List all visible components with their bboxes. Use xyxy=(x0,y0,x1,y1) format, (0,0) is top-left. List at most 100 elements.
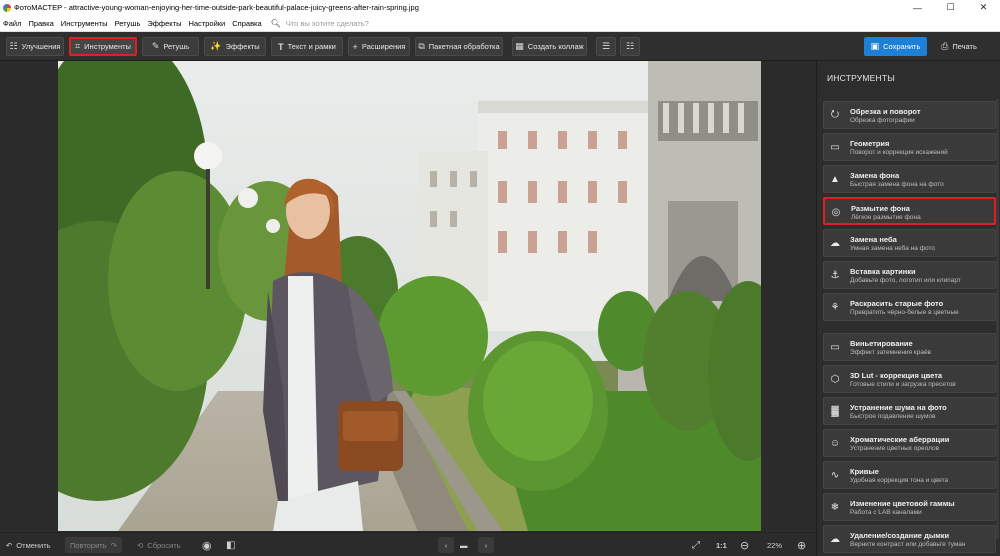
extensions-button[interactable]: + Расширения xyxy=(348,37,410,56)
tool-background-blur[interactable]: ◎ Размытие фона Лёгкое размытие фона xyxy=(823,197,996,225)
panel-scrollbar[interactable] xyxy=(996,99,999,539)
tool-description: Добавьте фото, логотип или клипарт xyxy=(850,277,961,284)
title-bar: ФотоМАСТЕР - attractive-young-woman-enjo… xyxy=(0,0,1000,15)
menu-retouch[interactable]: Ретушь xyxy=(115,19,141,28)
save-icon: ▣ xyxy=(870,41,880,51)
tool-description: Эффект затемнения краёв xyxy=(850,349,932,356)
tool-name: Удаление/создание дымки xyxy=(850,531,950,540)
color-gamut-icon: ❄ xyxy=(830,501,840,513)
menu-help[interactable]: Справка xyxy=(232,19,261,28)
tool-name: Геометрия xyxy=(850,139,890,148)
app-logo-icon xyxy=(3,3,11,12)
minimize-button[interactable]: — xyxy=(901,0,934,15)
fit-screen-icon[interactable]: ⤢ xyxy=(692,537,700,553)
reset-button[interactable]: ⟲ Сбросить xyxy=(137,537,181,553)
retouch-button[interactable]: ✎ Ретушь xyxy=(142,37,199,56)
menu-file[interactable]: Файл xyxy=(3,19,21,28)
tool-curves[interactable]: ∿ Кривые Удобная коррекция тона и цвета xyxy=(823,461,996,489)
retouch-label: Ретушь xyxy=(163,42,190,51)
tool-sky-replace[interactable]: ☁ Замена неба Умная замена неба на фото xyxy=(823,229,996,257)
tool-lut[interactable]: ⬡ 3D Lut - коррекция цвета Готовые стили и… xyxy=(823,365,996,393)
tool-vignette[interactable]: ▭ Виньетирование Эффект затемнения краёв xyxy=(823,333,996,361)
tool-description: Верните контраст или добавьте туман xyxy=(850,541,966,548)
compare-button[interactable]: ☰ xyxy=(596,37,616,56)
panel-title: ИНСТРУМЕНТЫ xyxy=(827,73,895,83)
background-blur-icon: ◎ xyxy=(831,206,841,218)
effects-button[interactable]: ✨ Эффекты xyxy=(204,37,266,56)
lut-icon: ⬡ xyxy=(830,373,840,385)
tool-insert-image[interactable]: ⚓ Вставка картинки Добавьте фото, логотип … xyxy=(823,261,996,289)
maximize-button[interactable]: ☐ xyxy=(934,0,967,15)
history-icon: ☷ xyxy=(625,41,635,51)
tool-colorize[interactable]: ⚘ Раскрасить старые фото Превратить чёрно-… xyxy=(823,293,996,321)
menu-search[interactable]: 🔍︎ Что вы хотите сделать? xyxy=(271,19,369,28)
save-button[interactable]: ▣ Сохранить xyxy=(864,37,927,56)
tool-description: Лёгкое размытие фона xyxy=(851,214,921,221)
menu-tools[interactable]: Инструменты xyxy=(61,19,108,28)
improve-button[interactable]: ☷ Улучшения xyxy=(6,37,64,56)
actual-size-button[interactable]: 1:1 xyxy=(716,537,727,553)
text-frames-label: Текст и рамки xyxy=(287,42,336,51)
sliders-icon: ☷ xyxy=(9,41,18,51)
window-title: ФотоМАСТЕР - attractive-young-woman-enjo… xyxy=(14,3,419,12)
tool-dehaze[interactable]: ☁ Удаление/создание дымки Верните контраст… xyxy=(823,525,996,553)
reset-label: Сбросить xyxy=(147,540,181,550)
printer-icon: ⎙ xyxy=(941,41,949,51)
tool-name: Замена фона xyxy=(850,171,900,180)
redo-button[interactable]: Повторить ↷ xyxy=(65,537,122,553)
redo-label: Повторить xyxy=(70,540,107,550)
menu-edit[interactable]: Правка xyxy=(28,19,53,28)
redo-icon: ↷ xyxy=(110,540,117,550)
photo[interactable] xyxy=(58,61,761,531)
search-icon: 🔍︎ xyxy=(270,18,281,28)
batch-processing-button[interactable]: ⧉ Пакетная обработка xyxy=(415,37,503,56)
tool-description: Быстрая замена фона на фото xyxy=(850,181,944,188)
image-canvas[interactable] xyxy=(0,61,816,532)
close-button[interactable]: ✕ xyxy=(967,0,1000,15)
tool-denoise[interactable]: ▓ Устранение шума на фото Быстрое подавлен… xyxy=(823,397,996,425)
colorize-icon: ⚘ xyxy=(830,301,840,313)
tool-background-replace[interactable]: ▲ Замена фона Быстрая замена фона на фото xyxy=(823,165,996,193)
tools-panel: ИНСТРУМЕНТЫ ⭮ Обрезка и поворот Обрезка фо… xyxy=(816,61,1000,556)
next-image-icon[interactable]: › xyxy=(478,537,494,553)
history-button[interactable]: ☷ xyxy=(620,37,640,56)
dehaze-icon: ☁ xyxy=(830,533,840,545)
tool-name: Устранение шума на фото xyxy=(850,403,947,412)
denoise-icon: ▓ xyxy=(831,405,839,417)
sky-replace-icon: ☁ xyxy=(830,237,840,249)
create-collage-button[interactable]: ▦ Создать коллаж xyxy=(512,37,587,56)
undo-button[interactable]: ↶ Отменить xyxy=(6,537,51,553)
tool-name: Кривые xyxy=(850,467,879,476)
bottom-bar: ↶ Отменить Повторить ↷ ⟲ Сбросить ◉ ◧ ‹ … xyxy=(0,532,816,556)
improve-label: Улучшения xyxy=(21,42,61,51)
prev-image-icon[interactable]: ‹ xyxy=(438,537,454,553)
preview-eye-icon[interactable]: ◉ xyxy=(202,537,212,553)
compare-icon: ☰ xyxy=(601,41,611,51)
tools-button[interactable]: ⌗ Инструменты xyxy=(69,37,137,56)
tool-crop-rotate[interactable]: ⭮ Обрезка и поворот Обрезка фотографии xyxy=(823,101,996,129)
zoom-in-icon[interactable]: ⊕ xyxy=(797,537,806,553)
tool-description: Быстрое подавление шумов xyxy=(850,413,936,420)
text-frames-button[interactable]: T Текст и рамки xyxy=(271,37,343,56)
tool-color-gamut[interactable]: ❄ Изменение цветовой гаммы Работа с LAB ка… xyxy=(823,493,996,521)
tool-name: Обрезка и поворот xyxy=(850,107,921,116)
menu-effects[interactable]: Эффекты xyxy=(147,19,181,28)
folder-icon[interactable]: ▬ xyxy=(460,537,468,553)
batch-label: Пакетная обработка xyxy=(428,42,500,51)
menu-settings[interactable]: Настройки xyxy=(188,19,225,28)
tool-name: Раскрасить старые фото xyxy=(850,299,944,308)
tool-description: Работа с LAB каналами xyxy=(850,509,922,516)
tool-name: Хроматические аберрации xyxy=(850,435,950,444)
menu-bar: Файл Правка Инструменты Ретушь Эффекты Н… xyxy=(0,15,1000,32)
print-label: Печать xyxy=(952,42,977,51)
before-after-icon[interactable]: ◧ xyxy=(226,537,235,553)
zoom-out-icon[interactable]: ⊖ xyxy=(740,537,749,553)
geometry-icon: ▭ xyxy=(830,141,840,153)
tool-geometry[interactable]: ▭ Геометрия Поворот и коррекция искажений xyxy=(823,133,996,161)
extensions-label: Расширения xyxy=(361,42,406,51)
search-placeholder: Что вы хотите сделать? xyxy=(285,18,369,28)
tool-chromatic[interactable]: ☺ Хроматические аберрации Устранение цветн… xyxy=(823,429,996,457)
tool-name: Замена неба xyxy=(850,235,897,244)
print-button[interactable]: ⎙ Печать xyxy=(934,37,984,56)
reset-icon: ⟲ xyxy=(137,540,144,550)
